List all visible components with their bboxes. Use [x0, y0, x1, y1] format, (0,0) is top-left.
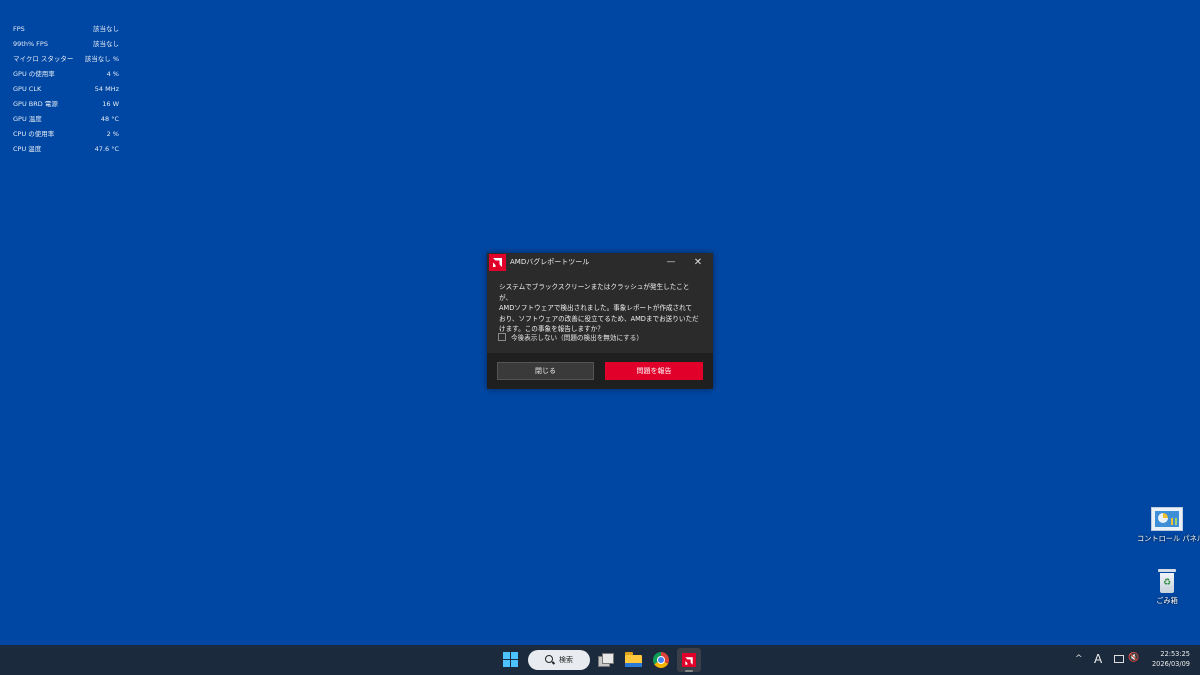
taskbar-search-box[interactable]: 検索	[528, 650, 590, 670]
file-explorer-icon[interactable]	[625, 652, 642, 667]
overlay-row-gpu-power: GPU BRD 電源 16 W	[13, 97, 119, 112]
task-view-icon[interactable]	[598, 653, 614, 667]
close-button[interactable]: 閉じる	[497, 362, 594, 380]
overlay-row-99th-fps: 99th% FPS 該当なし	[13, 37, 119, 52]
search-icon	[545, 655, 553, 663]
performance-overlay: FPS 該当なし 99th% FPS 該当なし マイクロ スタッター 該当なし % G…	[13, 22, 119, 157]
desktop-icon-label: ごみ箱	[1156, 596, 1178, 605]
overlay-value: 54 MHz	[94, 85, 119, 93]
ime-indicator[interactable]: A	[1094, 652, 1102, 666]
overlay-label: GPU CLK	[13, 85, 42, 93]
overlay-row-cpu-temp: CPU 温度 47.6 °C	[13, 142, 119, 157]
overlay-row-gpu-usage: GPU の使用率 4 %	[13, 67, 119, 82]
overlay-label: CPU の使用率	[13, 130, 55, 138]
amd-software-icon[interactable]	[677, 648, 701, 672]
overlay-label: GPU の使用率	[13, 70, 55, 78]
desktop-icon-label: コントロール パネル	[1137, 534, 1200, 543]
overlay-value: 該当なし	[93, 40, 119, 48]
close-icon[interactable]: ✕	[691, 253, 705, 272]
overlay-label: マイクロ スタッター	[13, 55, 74, 63]
overlay-value: 47.6 °C	[94, 145, 119, 153]
clock-date: 2026/03/09	[1151, 660, 1190, 668]
overlay-value: 4 %	[106, 70, 119, 78]
overlay-value: 2 %	[106, 130, 119, 138]
chrome-icon[interactable]	[653, 652, 669, 668]
dialog-message: システムでブラックスクリーンまたはクラッシュが発生したことが、 AMDソフトウェ…	[499, 283, 699, 333]
dont-show-again-label[interactable]: 今後表示しない（問題の検出を無効にする）	[511, 332, 643, 342]
clock-time: 22:53:25	[1160, 650, 1190, 658]
dont-show-again-checkbox[interactable]	[498, 333, 506, 341]
report-issue-button[interactable]: 問題を報告	[605, 362, 703, 380]
overlay-value: 16 W	[102, 100, 119, 108]
network-icon[interactable]	[1114, 655, 1124, 663]
desktop-icon-recycle-bin[interactable]: ♻ ごみ箱	[1137, 569, 1197, 606]
overlay-label: 99th% FPS	[13, 40, 48, 48]
overlay-row-micro-stutter: マイクロ スタッター 該当なし %	[13, 52, 119, 67]
dialog-titlebar[interactable]: AMDバグレポートツール — ✕	[487, 253, 713, 272]
dialog-footer: 閉じる 問題を報告	[487, 353, 713, 389]
overlay-label: GPU 温度	[13, 115, 42, 123]
overlay-row-fps: FPS 該当なし	[13, 22, 119, 37]
overlay-label: GPU BRD 電源	[13, 100, 58, 108]
show-hidden-icons-chevron-icon[interactable]: ^	[1075, 654, 1083, 664]
dialog-title: AMDバグレポートツール	[510, 258, 590, 266]
overlay-row-gpu-clk: GPU CLK 54 MHz	[13, 82, 119, 97]
overlay-row-cpu-usage: CPU の使用率 2 %	[13, 127, 119, 142]
overlay-row-gpu-temp: GPU 温度 48 °C	[13, 112, 119, 127]
recycle-bin-icon: ♻	[1158, 569, 1176, 593]
amd-bug-report-dialog: AMDバグレポートツール — ✕ システムでブラックスクリーンまたはクラッシュが…	[487, 253, 713, 389]
taskbar-clock[interactable]: 22:53:25 2026/03/09	[1140, 649, 1190, 669]
overlay-label: CPU 温度	[13, 145, 42, 153]
overlay-label: FPS	[13, 25, 25, 33]
overlay-value: 48 °C	[100, 115, 119, 123]
minimize-button[interactable]: —	[664, 253, 678, 272]
overlay-value: 該当なし	[93, 25, 119, 33]
start-icon[interactable]	[503, 652, 519, 668]
overlay-value: 該当なし %	[84, 55, 119, 63]
control-panel-icon	[1151, 507, 1183, 531]
amd-logo-icon	[489, 254, 506, 271]
volume-muted-icon[interactable]: 🔇	[1128, 653, 1139, 663]
taskbar: 検索 ^ A 🔇 22:53:25 2026/03/09	[0, 645, 1200, 675]
desktop-icon-control-panel[interactable]: コントロール パネル	[1137, 507, 1200, 544]
dont-show-again-row[interactable]: 今後表示しない（問題の検出を無効にする）	[498, 332, 643, 342]
search-label: 検索	[559, 656, 573, 664]
